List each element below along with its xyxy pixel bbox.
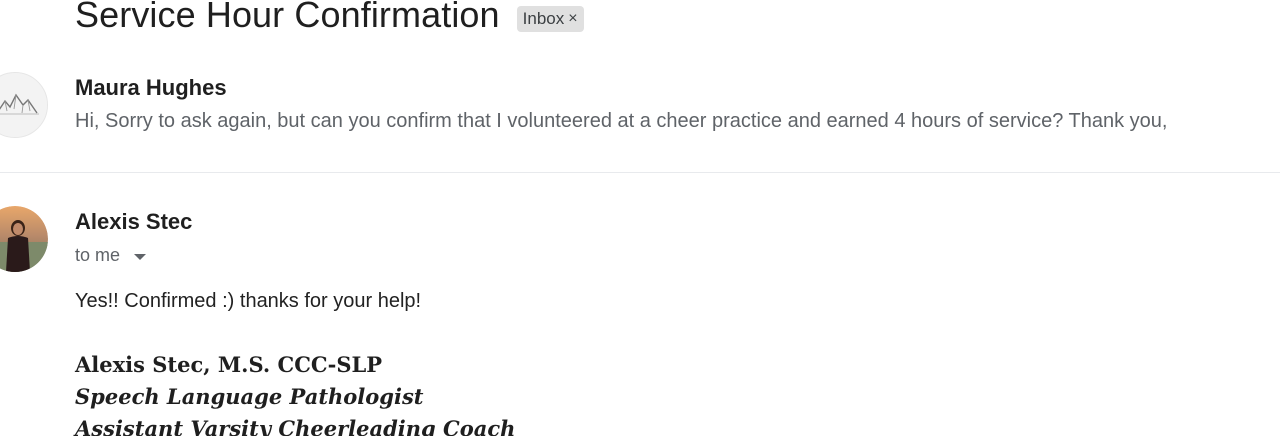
thread-subject: Service Hour Confirmation [75,0,500,35]
mountain-sketch-icon [0,73,47,137]
email-thread-view: Service Hour Confirmation Inbox × Maura … [0,0,1280,436]
caret-down-icon[interactable] [134,253,147,260]
message-snippet[interactable]: Hi, Sorry to ask again, but can you conf… [75,110,1167,133]
subject-row: Service Hour Confirmation Inbox × [75,0,584,36]
signature-role: Assistant Varsity Cheerleading Coach [75,416,516,436]
sender-name: Maura Hughes [75,75,227,100]
signature-title: Speech Language Pathologist [75,384,424,409]
recipient-details-toggle[interactable]: to me [75,245,147,266]
inbox-label-chip[interactable]: Inbox × [516,6,584,32]
person-photo-icon [0,206,48,272]
recipient-label: to me [75,245,121,265]
signature-name: Alexis Stec, M.S. CCC-SLP [75,352,383,377]
remove-label-icon[interactable]: × [568,10,577,28]
sender-avatar-alexis[interactable] [0,206,48,272]
label-name: Inbox [522,9,565,28]
sender-name: Alexis Stec [75,209,193,234]
message-body: Yes!! Confirmed :) thanks for your help! [75,290,422,312]
message-divider [0,172,1280,173]
sender-avatar-maura[interactable] [0,72,48,138]
